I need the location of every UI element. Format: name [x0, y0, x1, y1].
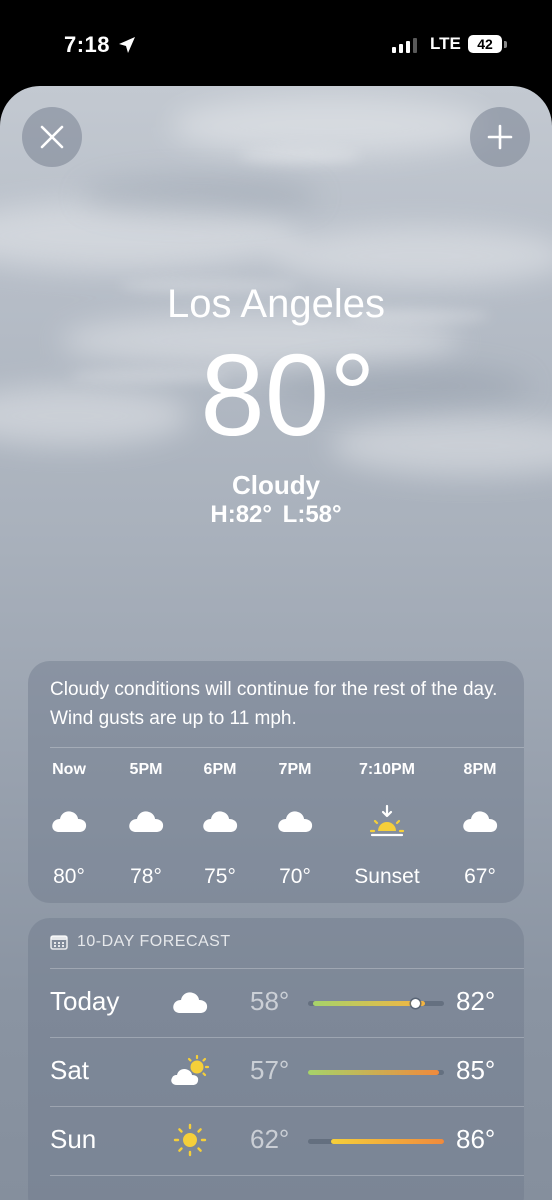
battery-tip: [504, 41, 507, 48]
calendar-icon: [50, 935, 68, 950]
cloud-icon: [29, 801, 109, 841]
temperature-range-fill: [331, 1139, 444, 1144]
hour-label: 7PM: [278, 761, 312, 778]
ten-day-forecast-card[interactable]: 10-DAY FORECAST Today 58° 82° Sat 57° 85° Sun 6…: [28, 918, 524, 1200]
temperature-range-bar: [308, 1139, 444, 1144]
hour-temperature: 67°: [464, 865, 496, 888]
sun-icon: [168, 1120, 212, 1160]
status-bar: 7:18 LTE 42: [0, 0, 552, 86]
hour-temperature: 80°: [53, 865, 85, 888]
weather-sheet: Los Angeles 80° Cloudy H:82° L:58° Cloud…: [0, 86, 552, 1200]
forecast-high: 82°: [456, 986, 496, 1016]
forecast-day: Sun: [50, 1124, 97, 1154]
forecast-header: 10-DAY FORECAST: [50, 933, 231, 951]
sunset-icon: [347, 801, 427, 841]
cloud-icon: [180, 801, 260, 841]
hour-temperature: 75°: [204, 865, 236, 888]
temperature-range-fill: [308, 1070, 440, 1075]
conditions-summary: Cloudy conditions will continue for the …: [50, 679, 498, 729]
close-button[interactable]: [22, 107, 82, 167]
hour-label: 6PM: [203, 761, 237, 778]
hour-label: 5PM: [129, 761, 163, 778]
hourly-item: Now 80°: [29, 761, 109, 889]
hourly-forecast-card[interactable]: Cloudy conditions will continue for the …: [28, 661, 524, 903]
temperature-range-fill: [312, 1001, 426, 1006]
forecast-low: 58°: [250, 986, 290, 1016]
forecast-title: 10-DAY FORECAST: [77, 933, 231, 950]
divider: [50, 1037, 524, 1038]
hourly-item: 5PM 78°: [106, 761, 186, 889]
forecast-low: 57°: [250, 1055, 290, 1085]
plus-icon: [487, 124, 513, 150]
current-temp-indicator: [411, 999, 421, 1008]
divider: [50, 747, 524, 748]
forecast-row[interactable]: Today 58° 82°: [28, 968, 524, 1037]
close-icon: [40, 125, 64, 149]
hour-temperature: 78°: [130, 865, 162, 888]
partly-sunny-icon: [168, 1051, 212, 1091]
hour-label: Now: [52, 761, 86, 778]
current-temperature: 80°: [200, 330, 376, 460]
cloud-icon: [440, 801, 520, 841]
hour-label: 8PM: [463, 761, 497, 778]
location-arrow-icon: [119, 37, 135, 53]
forecast-day: Today: [50, 986, 120, 1016]
temperature-range-bar: [308, 999, 444, 1008]
status-time: 7:18: [64, 32, 111, 57]
city-name: Los Angeles: [167, 282, 385, 326]
hourly-item: 8PM 67°: [440, 761, 520, 889]
cloud-icon: [168, 982, 212, 1022]
cloud-icon: [106, 801, 186, 841]
divider: [50, 1175, 524, 1176]
hour-label: 7:10PM: [358, 761, 416, 778]
forecast-row[interactable]: Sat 57° 85°: [28, 1037, 524, 1106]
hourly-item: 7:10PM Sunset: [347, 761, 427, 889]
forecast-high: 85°: [456, 1055, 496, 1085]
high-low: H:82° L:58°: [210, 501, 342, 528]
current-condition: Cloudy: [231, 470, 321, 500]
network-type: LTE: [430, 34, 461, 53]
battery-icon: 42: [468, 35, 502, 53]
divider: [50, 1106, 524, 1107]
divider: [50, 968, 524, 969]
temperature-range-bar: [308, 1070, 444, 1075]
hour-temperature: 70°: [279, 865, 311, 888]
hourly-item: 6PM 75°: [180, 761, 260, 889]
forecast-high: 86°: [456, 1124, 496, 1154]
hourly-item: 7PM 70°: [255, 761, 335, 889]
forecast-low: 62°: [250, 1124, 290, 1154]
forecast-row[interactable]: Sun 62° 86°: [28, 1106, 524, 1175]
forecast-day: Sat: [50, 1055, 90, 1085]
add-location-button[interactable]: [470, 107, 530, 167]
hour-temperature: Sunset: [354, 865, 420, 888]
cloud-icon: [255, 801, 335, 841]
cellular-signal-icon: [392, 38, 417, 53]
